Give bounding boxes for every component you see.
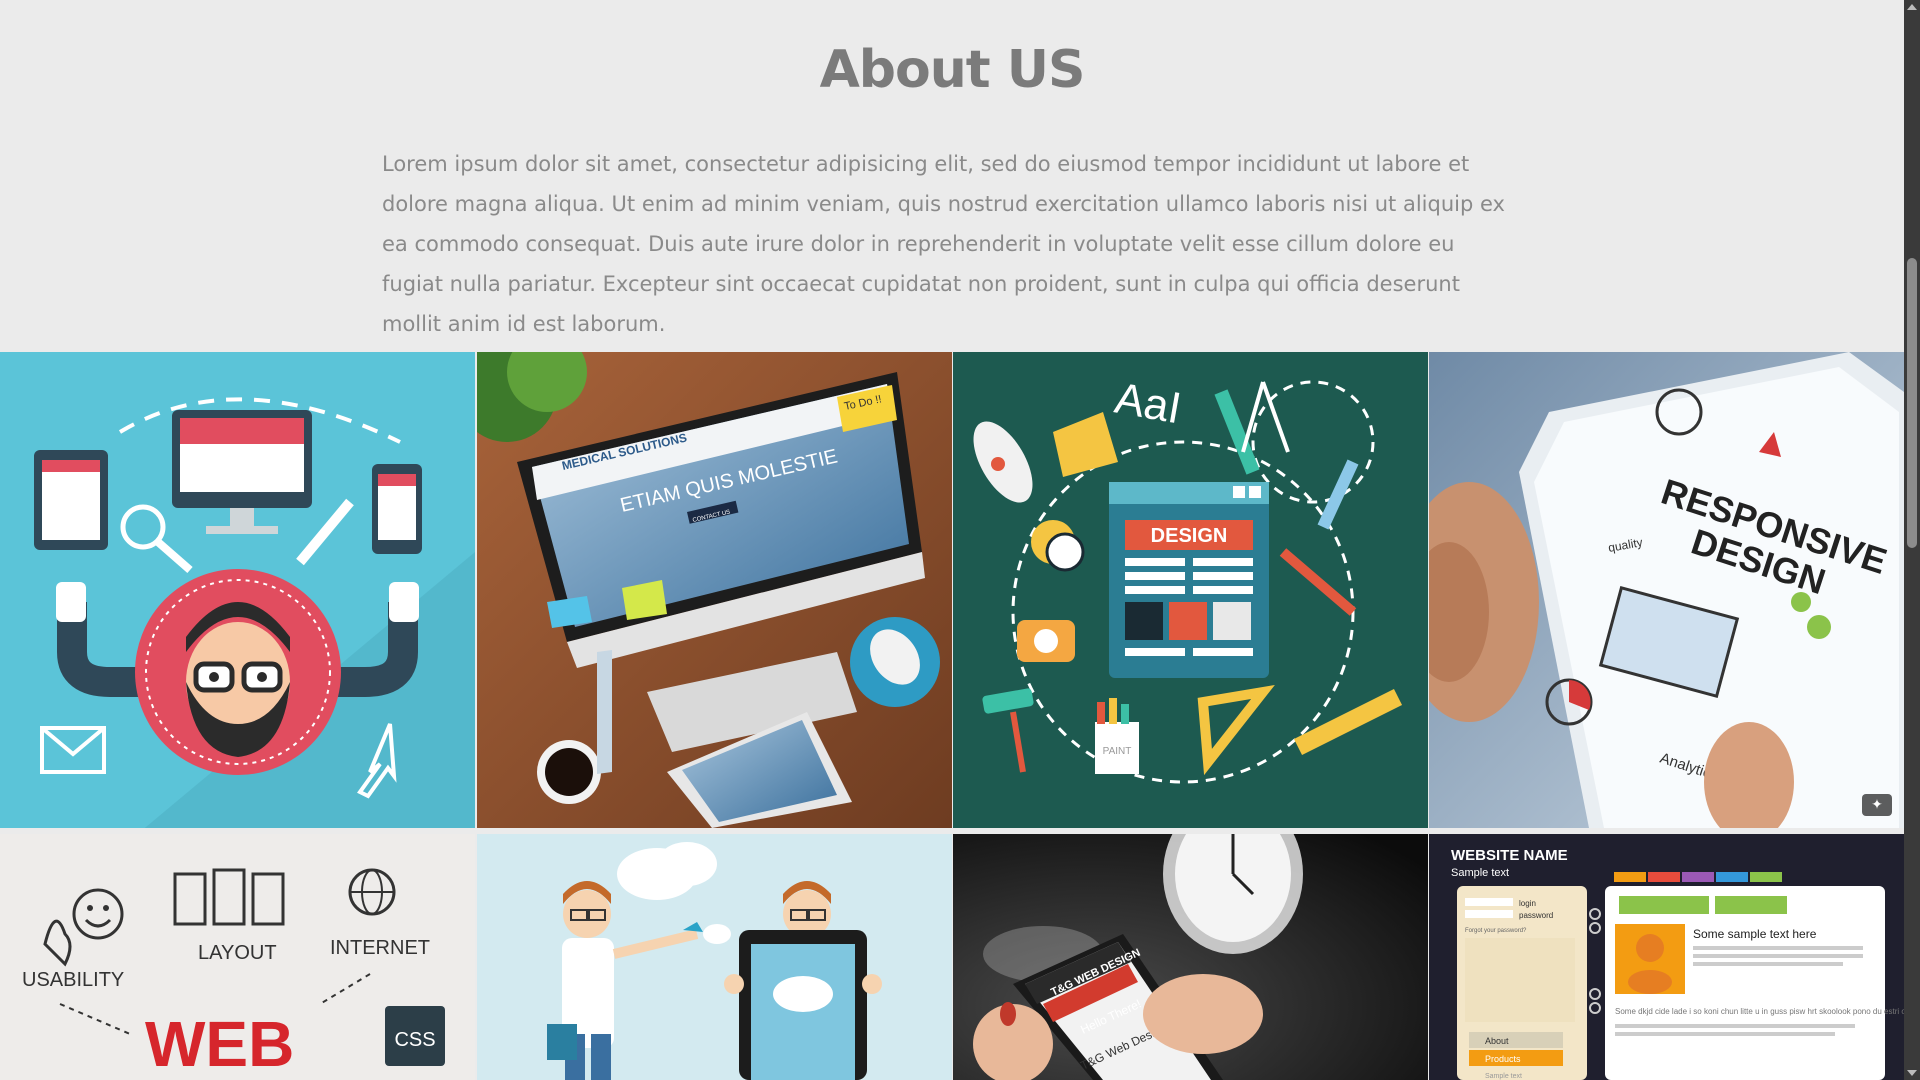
tile5-usability: USABILITY (22, 969, 124, 991)
responsive-design-photo: RESPONSIVE DESIGN quality Analytics (1429, 352, 1904, 828)
gallery-tile-cloud-people[interactable] (477, 834, 952, 1080)
web-concepts-sketch: USABILITY LAYOUT INTERNET WEB CSS (0, 834, 475, 1080)
developer-illustration (0, 352, 475, 828)
tile5-web: WEB (145, 1008, 294, 1080)
vertical-scrollbar[interactable] (1904, 0, 1920, 1080)
about-paragraph: Lorem ipsum dolor sit amet, consectetur … (382, 152, 1505, 336)
magic-wand-icon[interactable]: ✦ (1862, 794, 1892, 816)
scroll-up-arrow-icon[interactable] (1907, 4, 1917, 10)
tile8-menu-products: Products (1485, 1054, 1521, 1064)
scroll-down-arrow-icon[interactable] (1907, 1070, 1917, 1076)
tile8-site-name: WEBSITE NAME (1451, 847, 1568, 864)
tile3-window-label: DESIGN (1151, 525, 1228, 547)
gallery-tile-workspace[interactable]: MEDICAL SOLUTIONS ETIAM QUIS MOLESTIE CO… (477, 352, 952, 828)
tile8-forgot: Forgot your password? (1465, 928, 1527, 934)
tile3-cup-label: PAINT (1103, 746, 1132, 757)
gallery-tile-responsive[interactable]: RESPONSIVE DESIGN quality Analytics ✦ (1429, 352, 1904, 828)
gallery-tile-web-concepts[interactable]: USABILITY LAYOUT INTERNET WEB CSS (0, 834, 475, 1080)
about-title: About US (819, 40, 1086, 100)
design-illustration: AaI DESIGN PAINT (953, 352, 1428, 828)
tile8-sample: Sample text (1451, 867, 1509, 879)
gallery-tile-mobile[interactable]: T&G WEB DESIGN Hello There! T&G Web Desi… (953, 834, 1428, 1080)
tile5-css: CSS (394, 1029, 435, 1051)
scroll-thumb[interactable] (1907, 258, 1917, 548)
gallery-tile-developer[interactable] (0, 352, 475, 828)
tile8-heading: Some sample text here (1693, 927, 1817, 941)
gallery-tile-design[interactable]: AaI DESIGN PAINT (953, 352, 1428, 828)
cloud-people-illustration (477, 834, 952, 1080)
about-section: About US Lorem ipsum dolor sit amet, con… (0, 0, 1904, 352)
workspace-photo: MEDICAL SOLUTIONS ETIAM QUIS MOLESTIE CO… (477, 352, 952, 828)
tile5-internet: INTERNET (330, 937, 430, 959)
tile8-password: password (1519, 911, 1553, 920)
tile8-login: login (1519, 899, 1536, 908)
gallery-tile-website-mockup[interactable]: WEBSITE NAME Sample text login password … (1429, 834, 1904, 1080)
website-mockup: WEBSITE NAME Sample text login password … (1429, 834, 1904, 1080)
page: About US Lorem ipsum dolor sit amet, con… (0, 0, 1904, 1080)
tile8-menu-about: About (1485, 1036, 1509, 1046)
mobile-photo: T&G WEB DESIGN Hello There! T&G Web Desi… (953, 834, 1428, 1080)
tile8-body-text: Some dkjd cide lade i so koni chun litte… (1615, 1007, 1904, 1016)
tile5-layout: LAYOUT (198, 942, 277, 964)
tile8-menu-sample: Sample text (1485, 1073, 1522, 1080)
